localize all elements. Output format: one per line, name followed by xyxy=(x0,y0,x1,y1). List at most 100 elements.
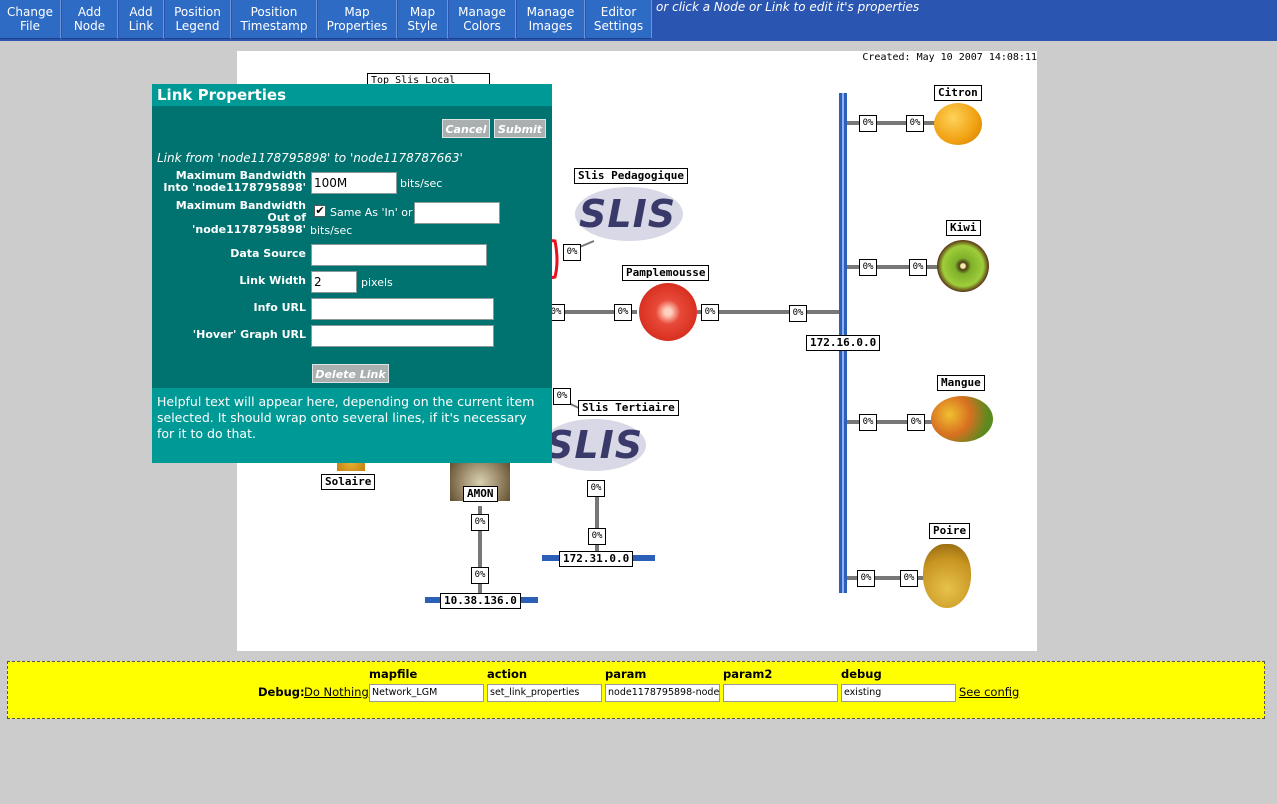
hover-graph-url-input[interactable] xyxy=(311,325,494,347)
mapfile-input[interactable]: Network_LGM xyxy=(369,684,484,702)
debug-label: Debug: xyxy=(258,685,305,699)
debug-header: debug xyxy=(841,667,882,681)
button-label: Position xyxy=(250,5,298,19)
slis-logo-text: SLIS xyxy=(546,423,644,467)
submit-button[interactable]: Submit xyxy=(494,119,546,138)
add-link-button[interactable]: Add Link xyxy=(119,0,164,39)
label-poire[interactable]: Poire xyxy=(929,523,971,539)
max-bw-out-label: Maximum Bandwidth Out of 'node1178795898… xyxy=(176,200,306,236)
label-citron[interactable]: Citron xyxy=(934,85,982,101)
param2-input[interactable] xyxy=(723,684,838,702)
button-label: Legend xyxy=(175,19,220,33)
button-label: Colors xyxy=(463,19,501,33)
info-url-input[interactable] xyxy=(311,298,494,320)
label-mangue[interactable]: Mangue xyxy=(937,375,985,391)
button-label: Position xyxy=(174,5,221,19)
label-net-172-16[interactable]: 172.16.0.0 xyxy=(806,335,881,351)
label-solaire[interactable]: Solaire xyxy=(321,474,376,490)
debug-bar: Debug: Do Nothing mapfile action param p… xyxy=(7,661,1265,719)
param-input[interactable]: node1178795898-node1 xyxy=(605,684,720,702)
button-label: Link xyxy=(128,19,154,33)
pct-label: 0% xyxy=(857,570,875,587)
label-slis-pedagogique[interactable]: Slis Pedagogique xyxy=(574,168,688,184)
pct-label: 0% xyxy=(859,115,877,132)
label-line: Into 'node1178795898' xyxy=(163,181,306,194)
button-label: Change xyxy=(7,5,53,19)
param-header: param xyxy=(605,667,647,681)
link-width-label: Link Width xyxy=(239,274,306,287)
manage-colors-button[interactable]: Manage Colors xyxy=(449,0,516,39)
pct-label: 0% xyxy=(900,570,918,587)
link-from-text: Link from 'node1178795898' to 'node11787… xyxy=(157,151,463,165)
label-net-172-31[interactable]: 172.31.0.0 xyxy=(559,551,634,567)
button-label: Images xyxy=(528,19,573,33)
data-source-label: Data Source xyxy=(230,247,306,260)
toolbar: Change File Add Node Add Link Position Legen… xyxy=(0,0,1277,41)
link-width-input[interactable]: 2 xyxy=(311,271,357,293)
kiwi-node-image[interactable] xyxy=(937,240,989,292)
action-header: action xyxy=(487,667,528,681)
data-source-input[interactable] xyxy=(311,244,487,266)
map-style-button[interactable]: Map Style xyxy=(398,0,448,39)
pamplemousse-node-image[interactable] xyxy=(639,283,697,341)
pct-label: 0% xyxy=(553,388,571,405)
pct-label: 0% xyxy=(563,244,581,261)
position-legend-button[interactable]: Position Legend xyxy=(165,0,231,39)
pct-label: 0% xyxy=(859,414,877,431)
editor-settings-button[interactable]: Editor Settings xyxy=(586,0,652,39)
poire-node-image[interactable] xyxy=(923,544,971,608)
max-bw-in-input[interactable]: 100M xyxy=(311,172,397,194)
pct-label: 0% xyxy=(789,305,807,322)
action-input[interactable]: set_link_properties xyxy=(487,684,602,702)
label-slis-tertiaire[interactable]: Slis Tertiaire xyxy=(578,400,679,416)
change-file-button[interactable]: Change File xyxy=(0,0,61,39)
pct-label: 0% xyxy=(859,259,877,276)
max-bw-in-label: Maximum Bandwidth Into 'node1178795898' xyxy=(163,170,306,194)
bits-sec-unit: bits/sec xyxy=(310,224,353,237)
label-pamplemousse[interactable]: Pamplemousse xyxy=(622,265,710,281)
button-label: Settings xyxy=(593,19,644,33)
pct-label: 0% xyxy=(909,259,927,276)
position-timestamp-button[interactable]: Position Timestamp xyxy=(232,0,317,39)
do-nothing-link[interactable]: Do Nothing xyxy=(304,685,369,699)
pct-label: 0% xyxy=(587,480,605,497)
add-node-button[interactable]: Add Node xyxy=(62,0,118,39)
button-label: Timestamp xyxy=(240,19,308,33)
bits-sec-unit: bits/sec xyxy=(400,177,443,190)
same-as-in-label: Same As 'In' or xyxy=(330,206,413,219)
citron-node-image[interactable] xyxy=(934,103,982,145)
pct-label: 0% xyxy=(907,414,925,431)
label-kiwi[interactable]: Kiwi xyxy=(946,220,981,236)
button-label: Editor xyxy=(600,5,637,19)
mangue-node-image[interactable] xyxy=(931,396,993,442)
param2-header: param2 xyxy=(723,667,773,681)
toolbar-hint: or click a Node or Link to edit it's pro… xyxy=(656,0,920,14)
info-url-label: Info URL xyxy=(253,301,306,314)
pixels-unit: pixels xyxy=(361,276,393,289)
label-net-10-38[interactable]: 10.38.136.0 xyxy=(440,593,521,609)
button-label: Map xyxy=(409,5,436,19)
map-properties-button[interactable]: Map Properties xyxy=(318,0,397,39)
slis-logo-text: SLIS xyxy=(579,192,677,236)
button-label: Properties xyxy=(326,19,388,33)
slis-pedagogique-logo[interactable]: SLIS xyxy=(575,187,683,241)
slis-tertiaire-logo[interactable]: SLIS xyxy=(542,419,646,471)
same-as-in-checkbox[interactable]: ✔ xyxy=(314,205,326,217)
label-amon[interactable]: AMON xyxy=(463,486,498,502)
see-config-link[interactable]: See config xyxy=(959,685,1019,699)
pct-label: 0% xyxy=(471,514,489,531)
pct-label: 0% xyxy=(906,115,924,132)
delete-link-button[interactable]: Delete Link xyxy=(312,364,389,383)
link-properties-panel: Link Properties Cancel Submit Link from … xyxy=(152,84,552,463)
max-bw-out-input[interactable] xyxy=(414,202,500,224)
debug-input[interactable]: existing xyxy=(841,684,956,702)
hover-graph-url-label: 'Hover' Graph URL xyxy=(192,328,306,341)
cancel-button[interactable]: Cancel xyxy=(442,119,490,138)
manage-images-button[interactable]: Manage Images xyxy=(517,0,585,39)
button-label: Add xyxy=(77,5,102,19)
pct-label: 0% xyxy=(588,528,606,545)
button-label: Node xyxy=(73,19,106,33)
label-line: 'node1178795898' xyxy=(192,223,306,236)
mapfile-header: mapfile xyxy=(369,667,418,681)
panel-title: Link Properties xyxy=(152,84,552,106)
